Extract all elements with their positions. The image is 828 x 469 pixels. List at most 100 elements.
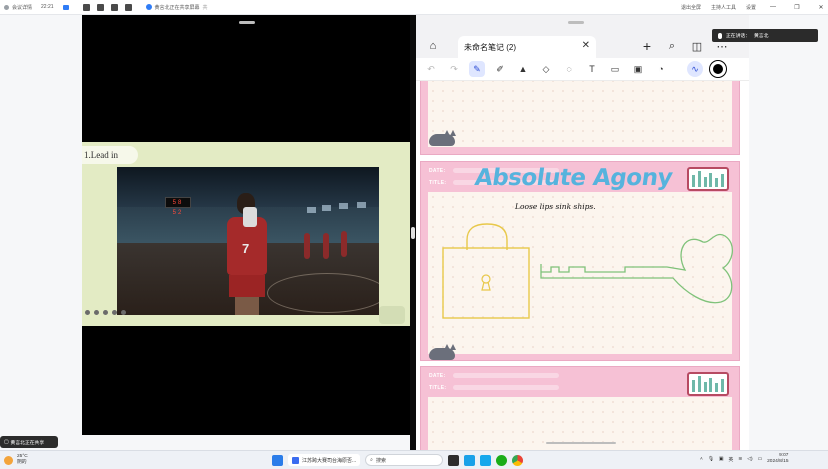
volume-icon[interactable]: ◁) [747, 457, 752, 462]
minimize-icon[interactable]: — [766, 4, 780, 10]
shape-icon[interactable]: ▭ [607, 61, 623, 77]
add-icon[interactable]: + [637, 36, 657, 56]
search-icon: ⌕ [370, 457, 373, 463]
jersey-number: 7 [242, 241, 250, 256]
key-shape [540, 233, 733, 304]
close-window-icon[interactable]: ✕ [814, 4, 828, 11]
weather-widget[interactable]: 25°C 阴的 [4, 454, 28, 466]
wifi-icon[interactable]: ≋ [738, 457, 742, 462]
note-canvas[interactable]: DATE: TITLE: Absolute Agony Loose lips s… [416, 81, 749, 450]
speaking-label: 正在讲话： [726, 34, 750, 39]
cat-sticker [427, 342, 457, 360]
pane-grab-handle[interactable] [239, 21, 255, 24]
slide-prev-icon[interactable] [85, 310, 90, 315]
more-icon[interactable] [124, 3, 132, 11]
note-page: DATE: TITLE: [420, 366, 740, 450]
slide-zoom-icon[interactable] [112, 310, 117, 315]
microphone-icon [718, 32, 722, 39]
notes-toolbar: ↶ ↷ ✎ ✐ ▲ ◇ ◌ T ▭ ▣ ◔ ∿ [416, 58, 749, 81]
layout-icon[interactable] [82, 3, 90, 11]
scoreboard: 58 52 [165, 197, 191, 216]
player-shorts [229, 275, 265, 297]
meeting-time: 22:21 [41, 4, 54, 10]
windows-start-icon[interactable] [272, 454, 283, 466]
undo-icon[interactable]: ↶ [423, 61, 439, 77]
chevron-up-icon[interactable]: ˄ [700, 457, 703, 462]
app-tray-icon[interactable]: ▣ [719, 457, 724, 462]
taskbar-center: 江苏跨大赛司台海原否... ⌕ 搜索 [272, 454, 524, 466]
microphone-icon[interactable]: 🎙 [708, 457, 714, 462]
sticker-icon[interactable]: ◔ [653, 61, 669, 77]
eraser-icon[interactable]: ◇ [538, 61, 554, 77]
handwritten-subtitle: Loose lips sink ships. [515, 202, 596, 211]
document-tab-title: 未命名笔记 (2) [464, 42, 516, 52]
share-status-text: 黄言北正在共享屏幕 [154, 4, 200, 11]
gym-window [307, 207, 316, 213]
document-tab[interactable]: 未命名笔记 (2) ✕ [458, 36, 596, 58]
page-body [428, 81, 732, 147]
sidebar-icon[interactable]: ◫ [687, 36, 707, 56]
app-icon[interactable] [480, 454, 492, 466]
slide-next-icon[interactable] [94, 310, 99, 315]
date-label: DATE: [429, 373, 446, 379]
pen-icon[interactable]: ✎ [469, 61, 485, 77]
gym-window [322, 205, 331, 211]
home-icon[interactable]: ⌂ [423, 36, 443, 56]
gym-window [357, 202, 366, 208]
marker-icon[interactable]: ▲ [515, 61, 531, 77]
meeting-top-bar: 会议详情 22:21 黄言北正在共享屏幕 共 退出全屏 主持人工具 设置 — ❐… [0, 0, 828, 15]
lead-in-label: 1.Lead in [82, 146, 138, 164]
text-icon[interactable]: T [584, 61, 600, 77]
pen-color-swatch[interactable] [710, 61, 726, 77]
slide-pen-icon[interactable] [103, 310, 108, 315]
record-icon[interactable] [96, 3, 104, 11]
share-status-extra: 共 [202, 4, 208, 11]
smooth-stroke-icon[interactable]: ∿ [687, 61, 703, 77]
keyhole [481, 274, 491, 284]
scroll-grab-handle[interactable] [546, 442, 616, 444]
pencil-icon[interactable]: ✐ [492, 61, 508, 77]
slide-tools [85, 310, 126, 315]
presentation-slide: 1.Lead in 58 52 7 [82, 142, 412, 326]
weather-desc: 阴的 [17, 460, 27, 465]
note-page [420, 81, 740, 155]
taskbar-search[interactable]: ⌕ 搜索 [365, 454, 444, 466]
chrome-icon[interactable] [512, 454, 524, 466]
ime-icon[interactable]: 英 [728, 456, 733, 463]
meeting-info-group[interactable]: 会议详情 22:21 [4, 4, 69, 11]
maximize-icon[interactable]: ❐ [790, 4, 804, 11]
exit-fullscreen-button[interactable]: 退出全屏 [681, 4, 701, 11]
player-towel [243, 207, 257, 227]
meeting-info-label: 会议详情 [12, 4, 33, 11]
lasso-icon[interactable]: ◌ [561, 61, 577, 77]
battery-icon[interactable]: ▭ [758, 457, 763, 462]
wechat-icon[interactable] [496, 454, 508, 466]
speaking-indicator: 正在讲话： 黄言北 [712, 29, 818, 42]
settings-button[interactable]: 设置 [746, 4, 756, 11]
redo-icon[interactable]: ↷ [446, 61, 462, 77]
slide-menu-icon[interactable] [121, 310, 126, 315]
header-sticker [687, 167, 729, 191]
info-icon [4, 4, 9, 10]
court-line [267, 273, 379, 313]
image-icon[interactable]: ▣ [630, 61, 646, 77]
clock-date: 2024/8/15 [767, 459, 789, 464]
sharing-banner[interactable]: ▢ 黄言北正在共享 [0, 436, 58, 448]
divider-handle[interactable] [411, 227, 415, 239]
taskbar-active-app[interactable]: 江苏跨大赛司台海原否... [288, 454, 361, 466]
camera-icon[interactable] [110, 3, 118, 11]
close-tab-icon[interactable]: ✕ [582, 40, 590, 51]
terminal-app-icon[interactable] [448, 454, 460, 466]
sharing-banner-text: 黄言北正在共享 [10, 440, 45, 446]
video-frame[interactable]: 58 52 7 [117, 167, 379, 315]
active-app-label: 江苏跨大赛司台海原否... [302, 457, 357, 464]
lock-and-key-drawing [442, 223, 733, 319]
signal-icon [62, 4, 69, 10]
background-player [304, 233, 310, 259]
clock[interactable]: 9:07 2024/8/15 [767, 453, 788, 465]
search-icon[interactable]: ⌕ [662, 36, 682, 56]
pane-grab-handle[interactable] [568, 21, 584, 24]
host-tools-button[interactable]: 主持人工具 [711, 4, 736, 11]
background-player [341, 231, 347, 257]
app-icon[interactable] [464, 454, 476, 466]
